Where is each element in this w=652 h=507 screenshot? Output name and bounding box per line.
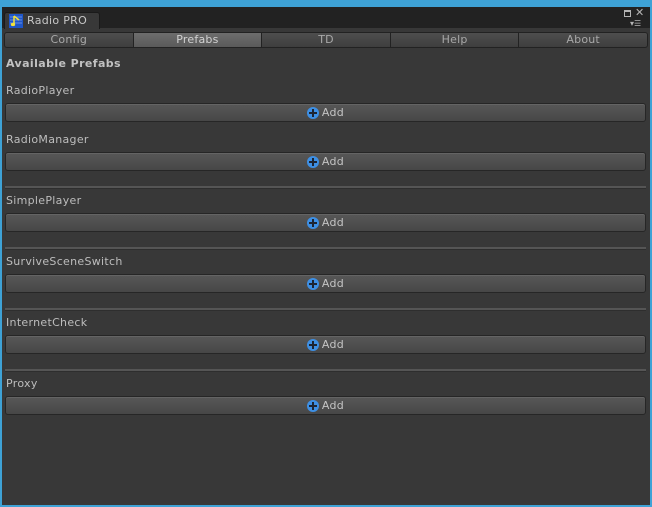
prefab-label-survivesceneswitch: SurviveSceneSwitch bbox=[6, 255, 123, 268]
prefab-label-proxy: Proxy bbox=[6, 377, 38, 390]
plus-circle-icon bbox=[306, 338, 319, 351]
add-button-label: Add bbox=[321, 216, 345, 229]
add-button-label: Add bbox=[321, 106, 345, 119]
window-tab[interactable]: Radio PRO bbox=[4, 12, 100, 29]
add-button-label: Add bbox=[321, 277, 345, 290]
maximize-icon[interactable] bbox=[624, 10, 631, 17]
add-radioplayer-button[interactable]: Add bbox=[5, 103, 646, 122]
plus-circle-icon bbox=[306, 399, 319, 412]
add-button-label: Add bbox=[321, 155, 345, 168]
tab-td[interactable]: TD bbox=[262, 32, 391, 48]
prefab-label-radiomanager: RadioManager bbox=[6, 133, 89, 146]
separator bbox=[5, 186, 646, 189]
add-radiomanager-button[interactable]: Add bbox=[5, 152, 646, 171]
add-survivesceneswitch-button[interactable]: Add bbox=[5, 274, 646, 293]
prefab-label-simpleplayer: SimplePlayer bbox=[6, 194, 82, 207]
prefab-label-internetcheck: InternetCheck bbox=[6, 316, 88, 329]
tab-help[interactable]: Help bbox=[390, 32, 520, 48]
tab-config[interactable]: Config bbox=[4, 32, 134, 48]
plus-circle-icon bbox=[306, 155, 319, 168]
tab-about[interactable]: About bbox=[519, 32, 648, 48]
add-button-label: Add bbox=[321, 338, 345, 351]
prefab-label-radioplayer: RadioPlayer bbox=[6, 84, 75, 97]
toolbar-tabs: Config Prefabs TD Help About bbox=[4, 32, 648, 48]
editor-window: Radio PRO ✕ ▾☰ Config Prefabs TD Help Ab… bbox=[2, 7, 650, 505]
separator bbox=[5, 247, 646, 250]
add-internetcheck-button[interactable]: Add bbox=[5, 335, 646, 354]
separator bbox=[5, 308, 646, 311]
plus-circle-icon bbox=[306, 277, 319, 290]
separator bbox=[5, 369, 646, 372]
add-proxy-button[interactable]: Add bbox=[5, 396, 646, 415]
add-simpleplayer-button[interactable]: Add bbox=[5, 213, 646, 232]
add-button-label: Add bbox=[321, 399, 345, 412]
close-icon[interactable]: ✕ bbox=[635, 7, 644, 18]
context-menu-icon[interactable]: ▾☰ bbox=[630, 19, 641, 29]
plus-circle-icon bbox=[306, 106, 319, 119]
page-title: Available Prefabs bbox=[6, 57, 121, 70]
radio-music-note-icon bbox=[9, 14, 23, 28]
tab-prefabs[interactable]: Prefabs bbox=[133, 32, 263, 48]
window-title: Radio PRO bbox=[27, 14, 88, 27]
plus-circle-icon bbox=[306, 216, 319, 229]
title-bar: Radio PRO ✕ ▾☰ bbox=[2, 7, 650, 29]
